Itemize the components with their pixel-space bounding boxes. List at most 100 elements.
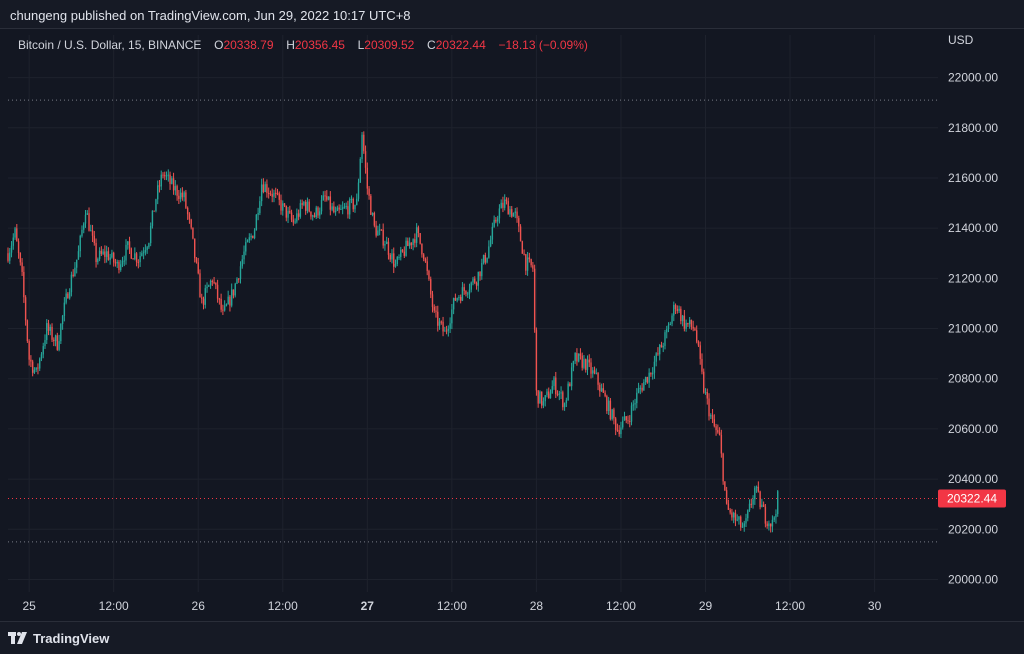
candle-body xyxy=(752,499,754,505)
candle-body xyxy=(23,271,25,298)
candle-body xyxy=(467,293,469,295)
candle-body xyxy=(727,503,730,510)
candle-body xyxy=(95,243,97,263)
candle-body xyxy=(84,214,87,224)
candle-body xyxy=(60,324,62,342)
candle-body xyxy=(195,258,198,263)
candle-body xyxy=(477,271,479,286)
candle-body xyxy=(56,335,59,350)
candle-body xyxy=(703,371,705,393)
candle-body xyxy=(422,254,425,259)
candle-body xyxy=(576,352,578,362)
candle-body xyxy=(194,238,196,259)
candle-body xyxy=(213,282,215,284)
candle-body xyxy=(518,218,520,227)
candle-body xyxy=(352,198,354,210)
candle-body xyxy=(167,174,169,176)
candle-body xyxy=(623,416,626,421)
x-tick-label: 30 xyxy=(868,599,882,613)
candle-body xyxy=(72,274,74,277)
candle-body xyxy=(444,330,446,332)
candle-body xyxy=(771,519,774,527)
candle-body xyxy=(320,200,323,212)
candle-body xyxy=(208,285,210,287)
candle-body xyxy=(687,322,689,325)
candle-body xyxy=(449,323,451,329)
candle-body xyxy=(377,230,379,236)
candle-body xyxy=(30,359,32,362)
candle-body xyxy=(585,359,587,370)
candle-body xyxy=(79,235,81,252)
y-tick-label: 21000.00 xyxy=(948,322,998,336)
candle-body xyxy=(9,252,11,261)
candle-body xyxy=(414,239,416,243)
candle-body xyxy=(12,237,14,246)
candle-body xyxy=(579,353,582,356)
close-value: 20322.44 xyxy=(435,38,486,52)
candle-body xyxy=(586,359,589,370)
candle-body xyxy=(597,372,599,385)
candle-body xyxy=(666,328,668,333)
candle-body xyxy=(185,192,187,208)
candle-body xyxy=(86,213,88,215)
candle-body xyxy=(299,203,302,217)
candle-body xyxy=(629,421,631,423)
candle-body xyxy=(280,199,282,211)
candle-body xyxy=(158,185,161,187)
candle-body xyxy=(368,188,370,196)
candle-body xyxy=(259,201,261,214)
candle-body xyxy=(486,257,488,263)
time-axis: 25 12:00 26 12:00 27 12:00 28 12:00 29 12:00 30 xyxy=(22,599,881,613)
candle-body xyxy=(526,257,529,271)
candle-body xyxy=(253,230,256,239)
candle-body xyxy=(155,199,157,211)
candle-body xyxy=(394,264,397,267)
candle-body xyxy=(276,193,279,195)
candle-body xyxy=(516,211,518,219)
candle-body xyxy=(410,242,413,246)
candle-body xyxy=(556,394,559,396)
candle-body xyxy=(664,332,666,346)
candle-body xyxy=(611,409,613,420)
candle-body xyxy=(366,167,369,189)
candle-body xyxy=(729,509,731,513)
candle-body xyxy=(540,391,543,406)
candle-body xyxy=(289,210,291,213)
symbol-legend[interactable]: Bitcoin / U.S. Dollar, 15, BINANCE O2033… xyxy=(18,38,588,52)
x-tick-label: 28 xyxy=(530,599,544,613)
candle-body xyxy=(21,262,23,272)
candle-body xyxy=(393,253,395,267)
y-tick-label: 20400.00 xyxy=(948,472,998,486)
candle-body xyxy=(493,219,495,227)
candle-body xyxy=(118,261,120,270)
candle-body xyxy=(417,227,420,234)
candle-body xyxy=(755,486,758,488)
candle-body xyxy=(384,244,386,246)
candle-body xyxy=(415,227,418,243)
candle-body xyxy=(378,229,381,231)
candle-body xyxy=(387,241,390,255)
candle-body xyxy=(282,203,284,211)
y-tick-label: 21800.00 xyxy=(948,121,998,135)
candlestick-chart[interactable]: 20000.00 20200.00 20400.00 20600.00 20800.00… xyxy=(0,0,1024,621)
candle-body xyxy=(569,383,571,387)
candle-body xyxy=(37,367,39,369)
candle-body xyxy=(440,321,442,323)
candle-body xyxy=(620,427,622,435)
candle-body xyxy=(81,229,83,236)
candle-body xyxy=(680,308,682,322)
candle-body xyxy=(275,192,277,194)
candle-body xyxy=(319,211,321,216)
candle-body xyxy=(301,203,303,205)
candle-body xyxy=(710,415,712,417)
candle-body xyxy=(266,184,268,193)
candle-body xyxy=(146,247,148,251)
candle-body xyxy=(153,210,155,212)
last-price-tag-label: 20322.44 xyxy=(947,492,997,506)
candle-body xyxy=(10,245,13,253)
candle-body xyxy=(762,504,765,507)
tradingview-logo[interactable]: TradingView xyxy=(8,629,109,647)
candle-body xyxy=(238,278,240,280)
candle-body xyxy=(252,235,254,239)
candle-body xyxy=(375,225,377,236)
